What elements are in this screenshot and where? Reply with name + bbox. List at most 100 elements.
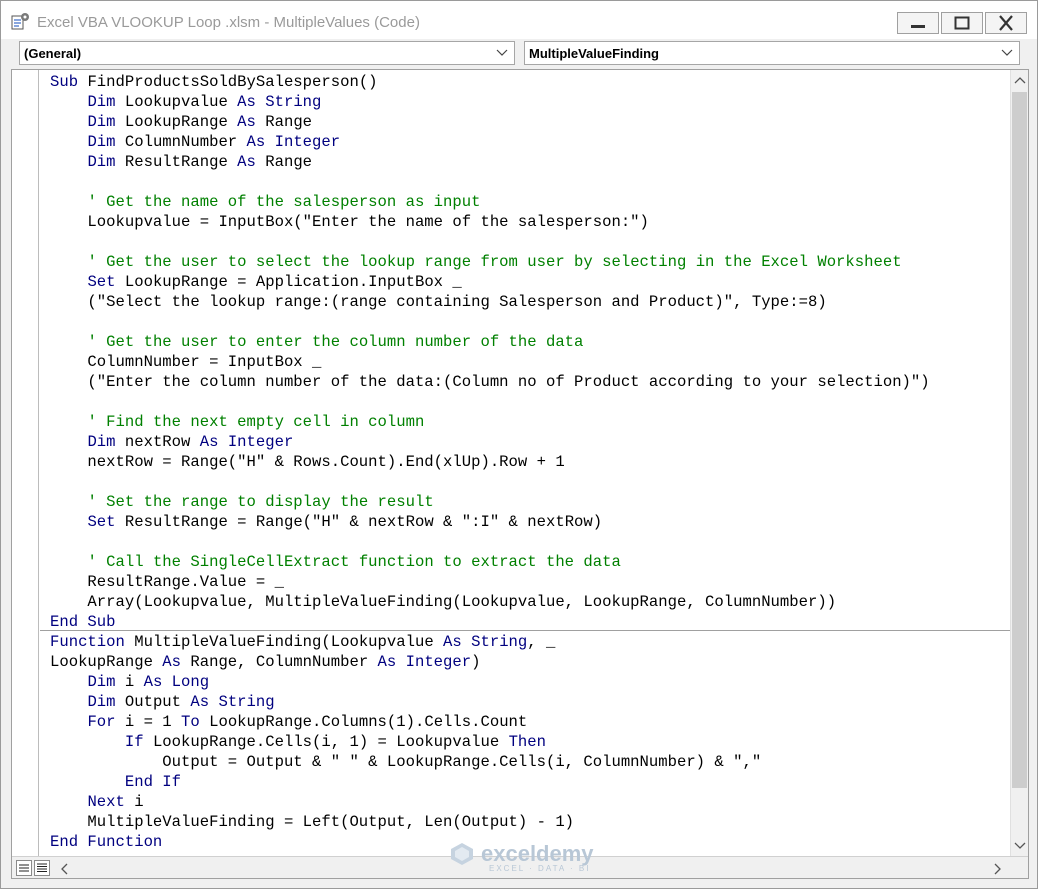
close-button[interactable] bbox=[985, 12, 1027, 34]
code-area[interactable]: Sub FindProductsSoldBySalesperson() Dim … bbox=[50, 72, 1010, 854]
exceldemy-watermark: exceldemy EXCEL · DATA · BI bbox=[449, 841, 594, 873]
code-line[interactable]: Set ResultRange = Range("H" & nextRow & … bbox=[50, 512, 1010, 532]
code-line[interactable]: LookupRange As Range, ColumnNumber As In… bbox=[50, 652, 1010, 672]
code-line[interactable] bbox=[50, 232, 1010, 252]
code-line[interactable]: Output = Output & " " & LookupRange.Cell… bbox=[50, 752, 1010, 772]
vba-code-window: Excel VBA VLOOKUP Loop .xlsm - MultipleV… bbox=[0, 0, 1038, 889]
code-text: MultipleValueFinding = Left(Output, Len(… bbox=[50, 813, 575, 831]
code-text: ColumnNumber = InputBox _ bbox=[50, 353, 322, 371]
code-line[interactable]: ("Select the lookup range:(range contain… bbox=[50, 292, 1010, 312]
code-line[interactable]: Dim ColumnNumber As Integer bbox=[50, 132, 1010, 152]
code-text: i = 1 bbox=[124, 713, 182, 731]
minimize-icon bbox=[911, 25, 925, 28]
code-keyword: As bbox=[162, 653, 191, 671]
code-line[interactable]: Dim LookupRange As Range bbox=[50, 112, 1010, 132]
code-text: ColumnNumber bbox=[124, 133, 247, 151]
code-line[interactable]: If LookupRange.Cells(i, 1) = Lookupvalue… bbox=[50, 732, 1010, 752]
title-bar[interactable]: Excel VBA VLOOKUP Loop .xlsm - MultipleV… bbox=[1, 1, 1037, 39]
code-line[interactable]: Set LookupRange = Application.InputBox _ bbox=[50, 272, 1010, 292]
code-line[interactable]: ("Enter the column number of the data:(C… bbox=[50, 372, 1010, 392]
code-line[interactable]: Dim Lookupvalue As String bbox=[50, 92, 1010, 112]
code-line[interactable]: ColumnNumber = InputBox _ bbox=[50, 352, 1010, 372]
code-line[interactable]: MultipleValueFinding = Left(Output, Len(… bbox=[50, 812, 1010, 832]
margin-indicator-bar[interactable] bbox=[12, 70, 39, 856]
code-line[interactable]: Lookupvalue = InputBox("Enter the name o… bbox=[50, 212, 1010, 232]
code-keyword: To bbox=[181, 713, 210, 731]
code-line[interactable]: Dim ResultRange As Range bbox=[50, 152, 1010, 172]
code-keyword: Dim bbox=[87, 673, 125, 691]
code-line[interactable]: Function MultipleValueFinding(Lookupvalu… bbox=[50, 632, 1010, 652]
code-line[interactable] bbox=[50, 472, 1010, 492]
code-line[interactable]: ' Find the next empty cell in column bbox=[50, 412, 1010, 432]
code-comment: ' Find the next empty cell in column bbox=[87, 413, 425, 431]
code-text: Output bbox=[124, 693, 191, 711]
code-text: Output = Output & " " & LookupRange.Cell… bbox=[50, 753, 762, 771]
full-module-view-button[interactable] bbox=[34, 860, 50, 876]
code-line[interactable] bbox=[50, 172, 1010, 192]
code-line[interactable] bbox=[50, 532, 1010, 552]
code-keyword: As Integer bbox=[377, 653, 472, 671]
vertical-scrollbar[interactable] bbox=[1010, 70, 1028, 856]
code-keyword: Next bbox=[87, 793, 135, 811]
code-text: Range bbox=[265, 113, 313, 131]
code-comment: ' Get the name of the salesperson as inp… bbox=[87, 193, 481, 211]
maximize-button[interactable] bbox=[941, 12, 983, 34]
procedure-dropdown[interactable]: MultipleValueFinding bbox=[524, 41, 1020, 65]
scroll-up-icon[interactable] bbox=[1014, 76, 1026, 84]
code-keyword: Set bbox=[87, 273, 125, 291]
code-keyword: As String bbox=[443, 633, 528, 651]
procedure-view-button[interactable] bbox=[16, 860, 32, 876]
code-line[interactable]: Dim i As Long bbox=[50, 672, 1010, 692]
code-line[interactable]: Array(Lookupvalue, MultipleValueFinding(… bbox=[50, 592, 1010, 612]
code-text: Range bbox=[265, 153, 313, 171]
code-line[interactable]: ' Get the user to select the lookup rang… bbox=[50, 252, 1010, 272]
code-line[interactable]: Dim nextRow As Integer bbox=[50, 432, 1010, 452]
code-line[interactable]: ' Call the SingleCellExtract function to… bbox=[50, 552, 1010, 572]
code-line[interactable]: End Sub bbox=[50, 612, 1010, 632]
code-text: Lookupvalue bbox=[124, 93, 238, 111]
code-line[interactable]: End If bbox=[50, 772, 1010, 792]
code-keyword: For bbox=[87, 713, 125, 731]
code-keyword: Dim bbox=[87, 693, 125, 711]
code-line[interactable]: ' Get the name of the salesperson as inp… bbox=[50, 192, 1010, 212]
vertical-scroll-thumb[interactable] bbox=[1012, 92, 1027, 788]
minimize-button[interactable] bbox=[897, 12, 939, 34]
object-dropdown[interactable]: (General) bbox=[19, 41, 515, 65]
code-line[interactable]: ' Set the range to display the result bbox=[50, 492, 1010, 512]
scroll-down-icon[interactable] bbox=[1014, 842, 1026, 850]
code-line[interactable]: nextRow = Range("H" & Rows.Count).End(xl… bbox=[50, 452, 1010, 472]
code-comment: ' Call the SingleCellExtract function to… bbox=[87, 553, 621, 571]
close-icon bbox=[999, 15, 1013, 31]
code-comment: ' Get the user to enter the column numbe… bbox=[87, 333, 584, 351]
code-keyword: Dim bbox=[87, 433, 125, 451]
code-line[interactable]: ' Get the user to enter the column numbe… bbox=[50, 332, 1010, 352]
code-line[interactable]: ResultRange.Value = _ bbox=[50, 572, 1010, 592]
code-text: , _ bbox=[527, 633, 556, 651]
code-keyword: As Integer bbox=[199, 433, 294, 451]
vba-code-icon bbox=[11, 13, 29, 30]
code-line[interactable]: Next i bbox=[50, 792, 1010, 812]
code-keyword: Dim bbox=[87, 153, 125, 171]
code-keyword: Then bbox=[508, 733, 546, 751]
code-editor[interactable]: Sub FindProductsSoldBySalesperson() Dim … bbox=[11, 69, 1029, 879]
code-text: Range, ColumnNumber bbox=[190, 653, 378, 671]
code-line[interactable]: Dim Output As String bbox=[50, 692, 1010, 712]
procedure-dropdown-value: MultipleValueFinding bbox=[529, 46, 659, 61]
code-line[interactable]: Sub FindProductsSoldBySalesperson() bbox=[50, 72, 1010, 92]
code-keyword: Set bbox=[87, 513, 125, 531]
code-line[interactable] bbox=[50, 392, 1010, 412]
code-line[interactable] bbox=[50, 312, 1010, 332]
scroll-right-icon[interactable] bbox=[994, 863, 1002, 875]
scroll-left-icon[interactable] bbox=[60, 863, 68, 875]
code-text: ) bbox=[471, 653, 481, 671]
code-line[interactable]: For i = 1 To LookupRange.Columns(1).Cell… bbox=[50, 712, 1010, 732]
code-keyword: Sub bbox=[50, 73, 88, 91]
